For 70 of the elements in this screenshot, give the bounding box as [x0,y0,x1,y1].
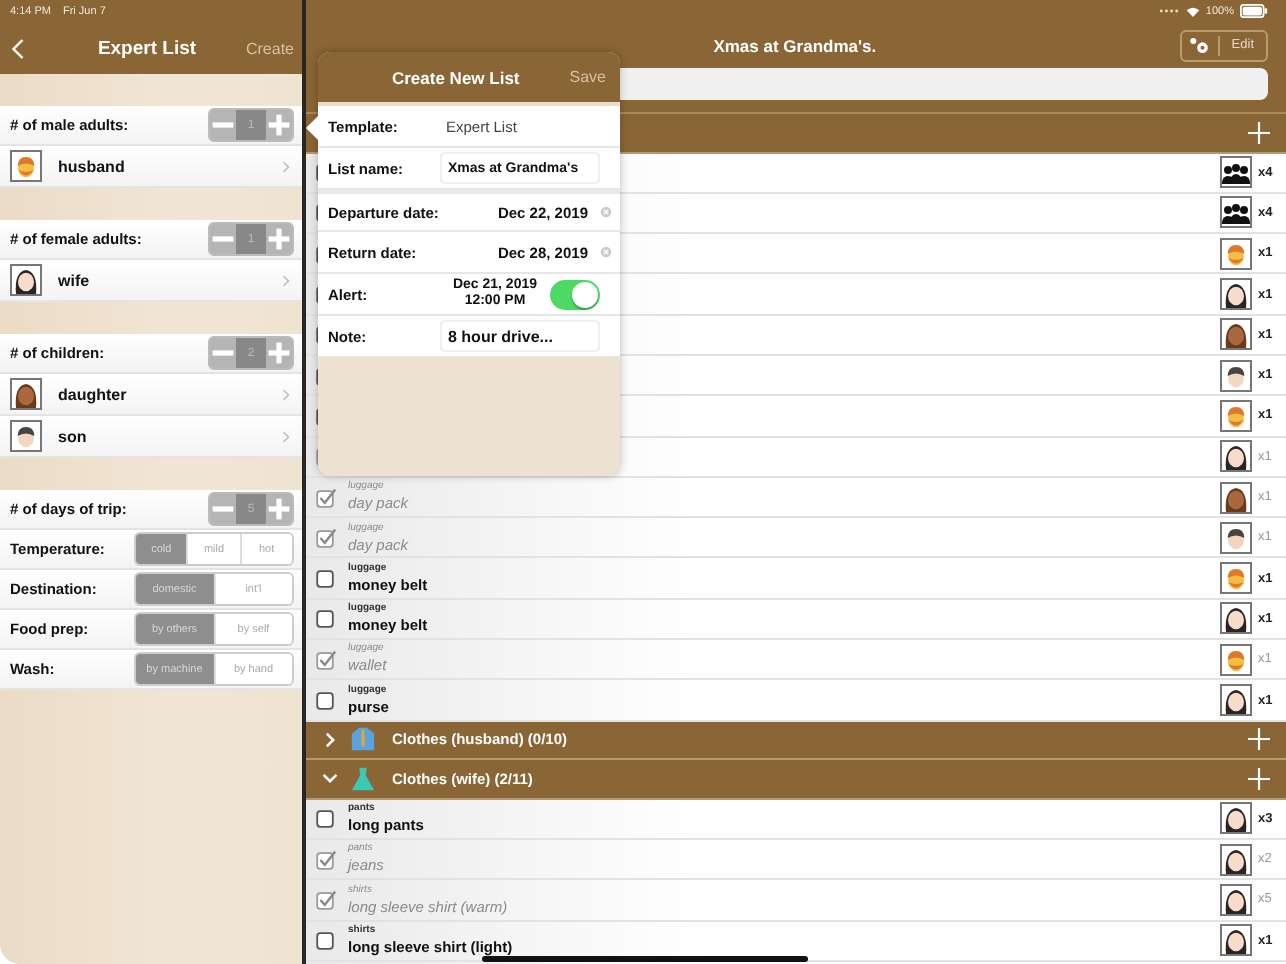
person-icon [1220,802,1252,835]
back-icon[interactable] [12,37,24,59]
group-icon [1220,156,1252,189]
chevron-icon [282,159,290,173]
battery-icon [1240,4,1268,18]
panel-title: Expert List [95,37,199,59]
chevron-icon [282,429,290,443]
checkbox[interactable] [316,608,336,629]
person-icon [1220,399,1252,432]
person-icon [1220,643,1252,676]
person-icon [1220,562,1252,595]
signal-icon [1157,8,1180,14]
add-icon[interactable] [1248,728,1270,751]
person-row[interactable]: husband [0,146,302,188]
shirt-icon [350,726,376,753]
checkbox[interactable] [316,690,336,710]
chevron-icon[interactable] [322,731,338,748]
person-name: son [56,427,89,445]
person-icon [1220,924,1252,957]
checkbox[interactable] [316,649,336,670]
chevron-icon [282,387,290,401]
person-name: wife [56,271,92,289]
person-icon [10,420,42,452]
wifi-icon [1185,5,1200,17]
group-icon [1220,196,1252,229]
person-icon [1220,602,1252,635]
person-icon [1220,843,1252,876]
list-title: Xmas at Grandma's. [711,35,879,55]
person-icon [1220,359,1252,392]
checkbox[interactable] [316,527,336,548]
person-icon [1220,318,1252,351]
minus-button[interactable] [210,338,236,368]
note-field[interactable]: 8 hour drive... [440,320,600,352]
minus-button[interactable] [210,224,236,254]
add-icon[interactable] [1248,121,1270,144]
person-icon [10,150,42,182]
add-icon[interactable] [1248,767,1270,790]
person-icon [1220,278,1252,311]
person-name: daughter [56,385,129,403]
plus-button[interactable] [266,110,292,140]
checkbox[interactable] [316,849,336,870]
person-row[interactable]: wife [0,260,302,302]
checkbox[interactable] [316,808,336,829]
save-button[interactable]: Save [569,68,606,86]
alert-toggle[interactable] [550,279,600,309]
checkbox[interactable] [316,889,336,910]
person-icon [1220,440,1252,473]
person-icon [10,378,42,410]
minus-button[interactable] [210,494,236,524]
chevron-icon[interactable] [322,770,338,787]
person-row[interactable]: son [0,416,302,458]
create-button[interactable]: Create [245,39,294,57]
plus-button[interactable] [266,494,292,524]
checkbox[interactable] [316,568,336,589]
plus-button[interactable] [266,224,292,254]
person-icon [10,264,42,296]
minus-button[interactable] [210,110,236,140]
person-name: husband [56,157,127,175]
person-icon [1220,521,1252,554]
person-icon [1220,684,1252,716]
checkbox[interactable] [316,930,336,951]
popover-title: Create New List [389,67,522,87]
chevron-icon [282,273,290,287]
person-icon [1220,481,1252,514]
plus-button[interactable] [266,338,292,368]
dress-icon [350,765,376,792]
person-icon [1220,237,1252,270]
person-icon [1220,883,1252,916]
checkbox[interactable] [316,487,336,508]
person-row[interactable]: daughter [0,374,302,416]
